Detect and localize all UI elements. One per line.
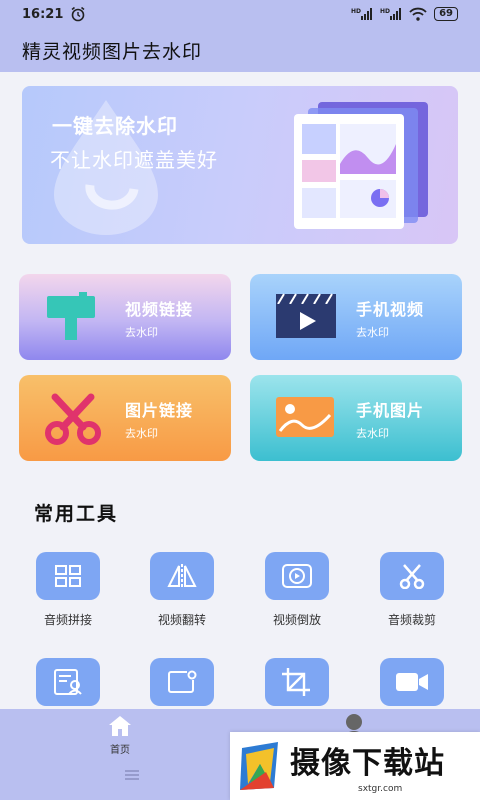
section-title: 常用工具 <box>34 503 119 525</box>
note-icon <box>150 658 214 706</box>
battery-indicator: 69 <box>434 7 458 21</box>
tool-audio-cut[interactable]: 音频裁剪 <box>367 552 457 628</box>
scissors-icon <box>380 552 444 600</box>
image-icon <box>276 397 334 437</box>
id-card-icon <box>36 658 100 706</box>
watermark-url: sxtgr.com <box>358 784 403 794</box>
status-time: 16:21 <box>22 6 64 22</box>
signal-icon: HD <box>380 8 402 20</box>
tool-label: 视频倒放 <box>272 613 321 627</box>
signal-icon: HD <box>351 8 373 20</box>
tile-title: 视频链接 <box>125 300 194 319</box>
tool-camera[interactable] <box>367 658 457 706</box>
tile-title: 图片链接 <box>125 401 194 420</box>
tool-audio-merge[interactable]: 音频拼接 <box>23 552 113 628</box>
tool-label: 音频裁剪 <box>387 613 436 627</box>
home-icon <box>109 716 131 736</box>
camera-icon <box>380 658 444 706</box>
tile-subtitle: 去水印 <box>125 326 158 339</box>
wifi-icon <box>409 7 427 21</box>
promo-banner[interactable]: 一键去除水印 不让水印遮盖美好 <box>22 86 458 244</box>
reverse-play-icon <box>265 552 329 600</box>
flip-icon <box>150 552 214 600</box>
page-title: 精灵视频图片去水印 <box>22 40 203 63</box>
site-logo-icon <box>240 742 278 790</box>
tool-id-card[interactable] <box>23 658 113 706</box>
svg-text:HD: HD <box>380 8 390 15</box>
tool-label: 音频拼接 <box>43 613 92 627</box>
tool-video-reverse[interactable]: 视频倒放 <box>252 552 342 628</box>
tile-subtitle: 去水印 <box>356 427 389 440</box>
video-link-tile[interactable]: 视频链接 去水印 <box>19 274 231 360</box>
tile-title: 手机图片 <box>356 401 425 420</box>
tool-crop[interactable] <box>252 658 342 706</box>
phone-video-tile[interactable]: 手机视频 去水印 <box>250 274 462 360</box>
site-watermark: 摄像下载站 sxtgr.com <box>230 732 480 800</box>
paint-roller-icon <box>47 292 95 340</box>
tool-video-flip[interactable]: 视频翻转 <box>137 552 227 628</box>
banner-tagline: 不让水印遮盖美好 <box>50 148 218 172</box>
watermark-text: 摄像下载站 <box>290 746 445 781</box>
alarm-clock-icon <box>71 6 85 22</box>
status-bar: 16:21 HD HD 69 <box>0 0 480 28</box>
svg-text:HD: HD <box>351 8 361 15</box>
grid-icon <box>36 552 100 600</box>
tile-subtitle: 去水印 <box>356 326 389 339</box>
nav-home-label: 首页 <box>110 745 130 756</box>
menu-icon[interactable] <box>124 769 140 781</box>
banner-headline: 一键去除水印 <box>52 114 178 138</box>
video-play-icon <box>276 293 336 338</box>
phone-image-tile[interactable]: 手机图片 去水印 <box>250 375 462 461</box>
nav-home[interactable]: 首页 <box>96 715 144 756</box>
scissors-icon <box>45 393 101 445</box>
tile-title: 手机视频 <box>356 300 425 319</box>
tile-subtitle: 去水印 <box>125 427 158 440</box>
tool-note[interactable] <box>137 658 227 706</box>
image-link-tile[interactable]: 图片链接 去水印 <box>19 375 231 461</box>
tool-label: 视频翻转 <box>157 613 206 627</box>
app-bar: 精灵视频图片去水印 <box>0 28 480 72</box>
crop-icon <box>265 658 329 706</box>
dashboard-illustration <box>294 102 428 229</box>
